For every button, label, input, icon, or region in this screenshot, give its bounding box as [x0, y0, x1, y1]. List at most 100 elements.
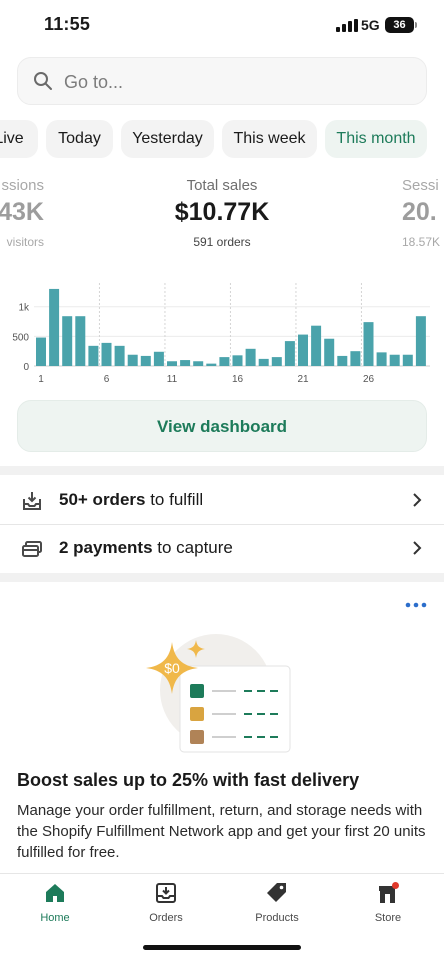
- chart-bar-day-10: [153, 351, 164, 366]
- x-tick-label: 1: [38, 374, 44, 385]
- task-label: 2 payments to capture: [59, 538, 233, 558]
- metric-label: Total sales: [186, 177, 258, 194]
- date-filter-bar: Live Today Yesterday This week This mont…: [0, 120, 444, 158]
- chart-bar-day-12: [180, 360, 191, 366]
- more-options-icon[interactable]: [403, 599, 429, 611]
- chart-bar-day-29: [402, 354, 413, 366]
- nav-products[interactable]: Products: [237, 882, 317, 930]
- y-tick-label: 1k: [18, 303, 30, 314]
- metric-value: $10.77K: [174, 198, 270, 226]
- chip-today[interactable]: Today: [46, 120, 113, 158]
- network-type: 5G: [361, 17, 380, 33]
- chart-bar-day-18: [258, 358, 269, 366]
- chart-bar-day-4: [75, 316, 86, 366]
- metric-label: Sessi: [402, 177, 439, 194]
- task-rest: to capture: [152, 538, 233, 557]
- chevron-right-icon: [413, 493, 422, 507]
- y-tick-label: 0: [23, 362, 29, 373]
- credit-card-icon: [22, 541, 42, 557]
- chevron-right-icon: [413, 541, 422, 555]
- task-payments-to-capture[interactable]: 2 payments to capture: [0, 525, 444, 573]
- x-tick-label: 26: [363, 374, 375, 385]
- metric-card-sessions-left[interactable]: ssions 43K visitors: [0, 177, 44, 249]
- chart-bar-day-1: [36, 337, 46, 366]
- notification-dot: [392, 882, 399, 889]
- task-rest: to fulfill: [145, 490, 204, 509]
- chart-bar-day-20: [284, 341, 295, 366]
- search-placeholder: Go to...: [64, 72, 124, 92]
- x-tick-label: 21: [297, 374, 309, 385]
- chip-label: Today: [58, 130, 101, 147]
- chart-bar-day-5: [88, 345, 99, 366]
- task-orders-to-fulfill[interactable]: 50+ orders to fulfill: [0, 477, 444, 525]
- chip-label: Yesterday: [132, 130, 203, 147]
- cellular-signal-icon: [336, 19, 358, 32]
- chip-yesterday[interactable]: Yesterday: [121, 120, 214, 158]
- status-time: 11:55: [44, 14, 91, 34]
- chart-bar-day-6: [101, 342, 112, 366]
- home-icon: [46, 884, 64, 902]
- orders-icon: [156, 883, 176, 903]
- chart-bar-day-7: [114, 345, 125, 366]
- chart-bar-day-25: [350, 351, 361, 366]
- chart-bar-day-16: [232, 355, 243, 366]
- chart-bar-day-3: [62, 316, 73, 366]
- metric-sub: 18.57K: [402, 235, 441, 249]
- y-tick-label: 500: [12, 332, 29, 343]
- chart-bar-day-2: [49, 288, 60, 366]
- chart-bar-day-23: [324, 338, 335, 366]
- home-indicator: [143, 945, 301, 950]
- task-bold: 50+ orders: [59, 490, 146, 509]
- chart-bar-day-9: [140, 355, 151, 366]
- status-bar: 11:55 5G 36: [0, 0, 444, 52]
- battery-icon: 36: [385, 17, 414, 33]
- metric-label: ssions: [1, 177, 44, 194]
- fulfillment-illustration: $0: [146, 634, 291, 753]
- chart-bar-day-15: [219, 357, 230, 366]
- x-tick-label: 11: [167, 374, 178, 385]
- chart-bar-day-30: [415, 316, 426, 366]
- promo-badge: $0: [164, 660, 180, 676]
- chip-this-week[interactable]: This week: [222, 120, 317, 158]
- nav-label: Orders: [149, 912, 183, 924]
- metric-card-total-sales[interactable]: Total sales $10.77K 591 orders: [142, 177, 302, 249]
- sales-bar-chart[interactable]: 05001k1 6 11 16 21 26: [0, 280, 444, 390]
- store-icon: [379, 882, 399, 903]
- inbox-download-icon: [23, 492, 41, 510]
- x-tick-label: 6: [104, 374, 110, 385]
- metric-card-sessions-right[interactable]: Sessi 20. 18.57K: [402, 177, 444, 249]
- chip-live[interactable]: Live: [0, 120, 38, 158]
- chart-bar-day-26: [363, 322, 374, 366]
- chip-this-month[interactable]: This month: [325, 120, 427, 158]
- nav-orders[interactable]: Orders: [126, 882, 206, 930]
- chart-bar-day-13: [193, 361, 204, 366]
- task-bold: 2 payments: [59, 538, 153, 557]
- view-dashboard-button[interactable]: View dashboard: [17, 400, 427, 452]
- chart-bar-day-17: [245, 348, 256, 366]
- chart-bar-day-14: [206, 363, 217, 366]
- metric-sub: visitors: [6, 235, 44, 249]
- tag-icon: [267, 883, 286, 902]
- task-label: 50+ orders to fulfill: [59, 490, 203, 510]
- x-tick-label: 16: [232, 374, 244, 385]
- chip-label: Live: [0, 130, 24, 147]
- chart-bar-day-11: [167, 361, 177, 366]
- nav-store[interactable]: Store: [348, 882, 428, 930]
- nav-label: Home: [40, 912, 70, 924]
- nav-label: Store: [374, 912, 402, 924]
- battery-cap: [415, 22, 417, 28]
- metric-value: 43K: [0, 198, 44, 226]
- chart-bar-day-21: [298, 334, 308, 366]
- chart-bar-day-22: [311, 325, 322, 366]
- search-bar[interactable]: Go to...: [17, 57, 427, 105]
- chart-bar-day-28: [389, 354, 400, 366]
- chip-label: This week: [233, 130, 306, 147]
- chart-bar-day-27: [376, 352, 387, 366]
- section-divider: [0, 573, 444, 582]
- chart-bar-day-19: [271, 357, 282, 366]
- metric-sub: 591 orders: [193, 235, 251, 249]
- nav-home[interactable]: Home: [15, 882, 95, 930]
- promo-body: Manage your order fulfillment, return, a…: [17, 802, 426, 861]
- chart-bar-day-8: [127, 354, 138, 366]
- nav-label: Products: [255, 912, 299, 924]
